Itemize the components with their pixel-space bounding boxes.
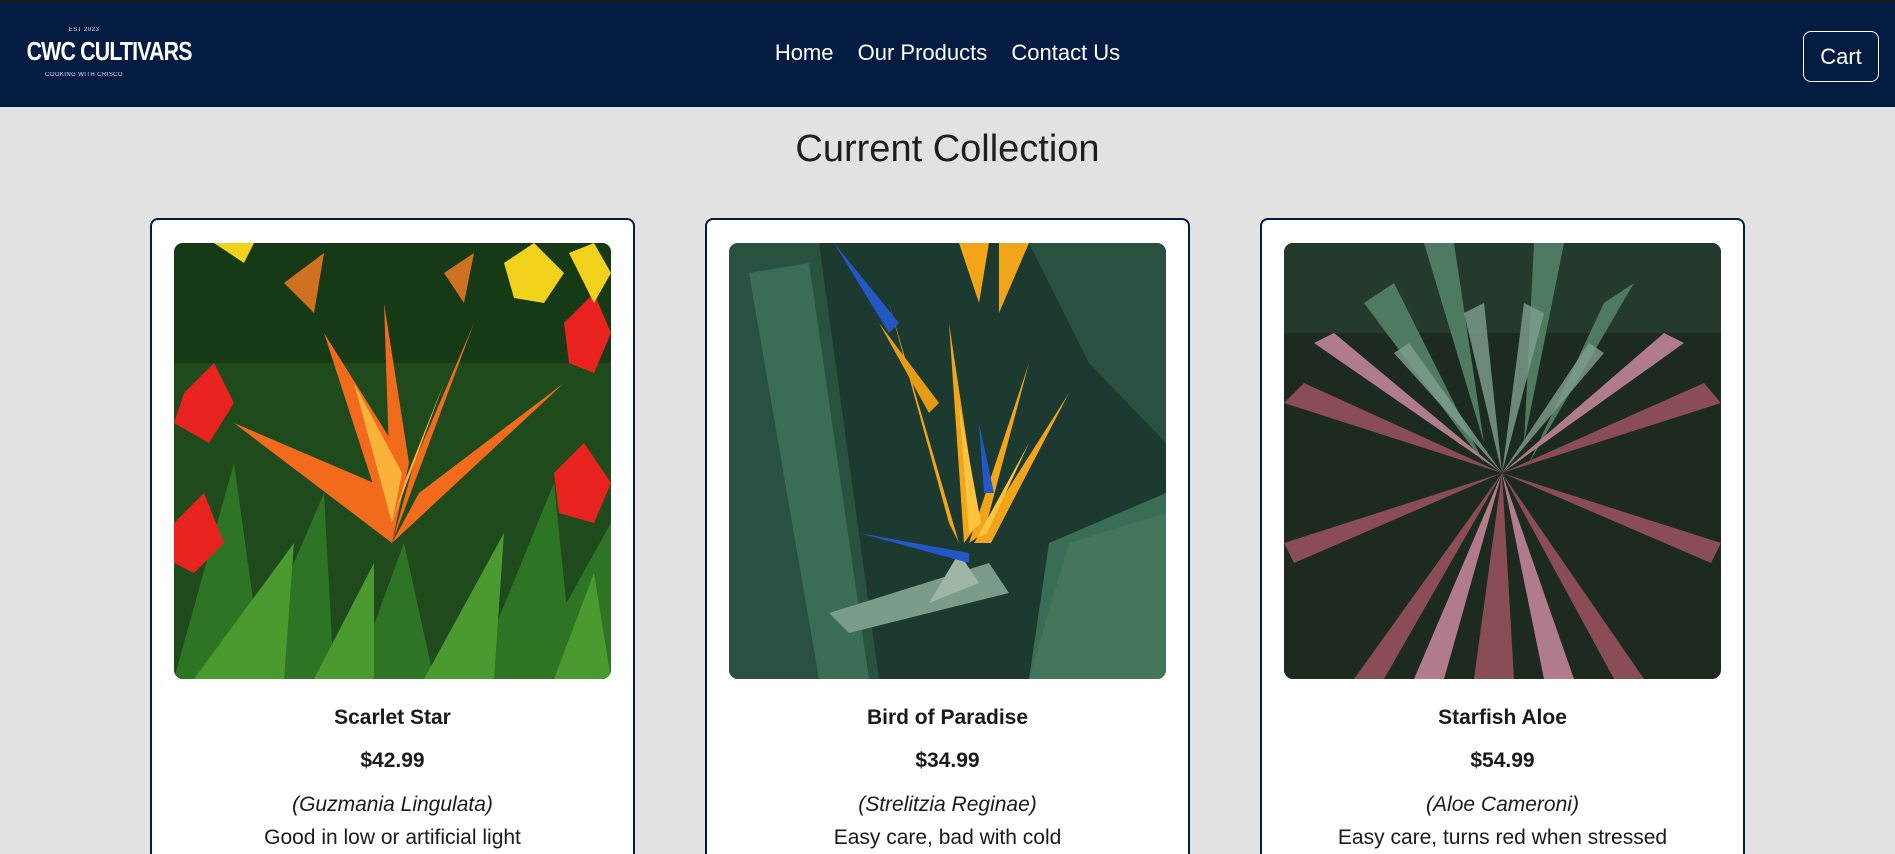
nav-link-contact-us[interactable]: Contact Us xyxy=(1011,40,1120,66)
product-scientific-name: (Guzmania Lingulata) xyxy=(292,793,493,816)
main-nav: Home Our Products Contact Us xyxy=(0,40,1895,66)
product-name: Bird of Paradise xyxy=(866,706,1029,729)
product-scientific-name: (Aloe Cameroni) xyxy=(1426,793,1579,816)
navbar: EST 2023 CWC CULTIVARS COOKING WITH CRIS… xyxy=(0,0,1895,107)
product-name: Starfish Aloe xyxy=(1438,706,1567,729)
logo-tagline-text: COOKING WITH CRISCO xyxy=(45,72,123,78)
product-description: Easy care, bad with cold xyxy=(833,826,1062,849)
logo-est-text: EST 2023 xyxy=(68,27,100,33)
product-scientific-name: (Strelitzia Reginae) xyxy=(858,793,1037,816)
product-description: Easy care, turns red when stressed xyxy=(1337,826,1668,849)
product-price: $42.99 xyxy=(360,749,425,772)
product-image-starfish-aloe[interactable] xyxy=(1284,243,1721,679)
cart-button[interactable]: Cart xyxy=(1803,31,1879,82)
product-name: Scarlet Star xyxy=(334,706,451,729)
product-price: $54.99 xyxy=(1470,749,1535,772)
bromeliad-photo xyxy=(174,243,611,679)
product-price: $34.99 xyxy=(915,749,980,772)
bird-of-paradise-photo xyxy=(729,243,1166,679)
product-image-bird-of-paradise[interactable] xyxy=(729,243,1166,679)
nav-link-home[interactable]: Home xyxy=(775,40,834,66)
nav-link-our-products[interactable]: Our Products xyxy=(858,40,988,66)
product-card-scarlet-star[interactable]: Scarlet Star $42.99 (Guzmania Lingulata)… xyxy=(150,218,635,854)
aloe-photo xyxy=(1284,243,1721,679)
product-description: Good in low or artificial light xyxy=(264,826,521,849)
product-card-starfish-aloe[interactable]: Starfish Aloe $54.99 (Aloe Cameroni) Eas… xyxy=(1260,218,1745,854)
product-card-bird-of-paradise[interactable]: Bird of Paradise $34.99 (Strelitzia Regi… xyxy=(705,218,1190,854)
product-image-scarlet-star[interactable] xyxy=(174,243,611,679)
page-title: Current Collection xyxy=(795,128,1100,170)
